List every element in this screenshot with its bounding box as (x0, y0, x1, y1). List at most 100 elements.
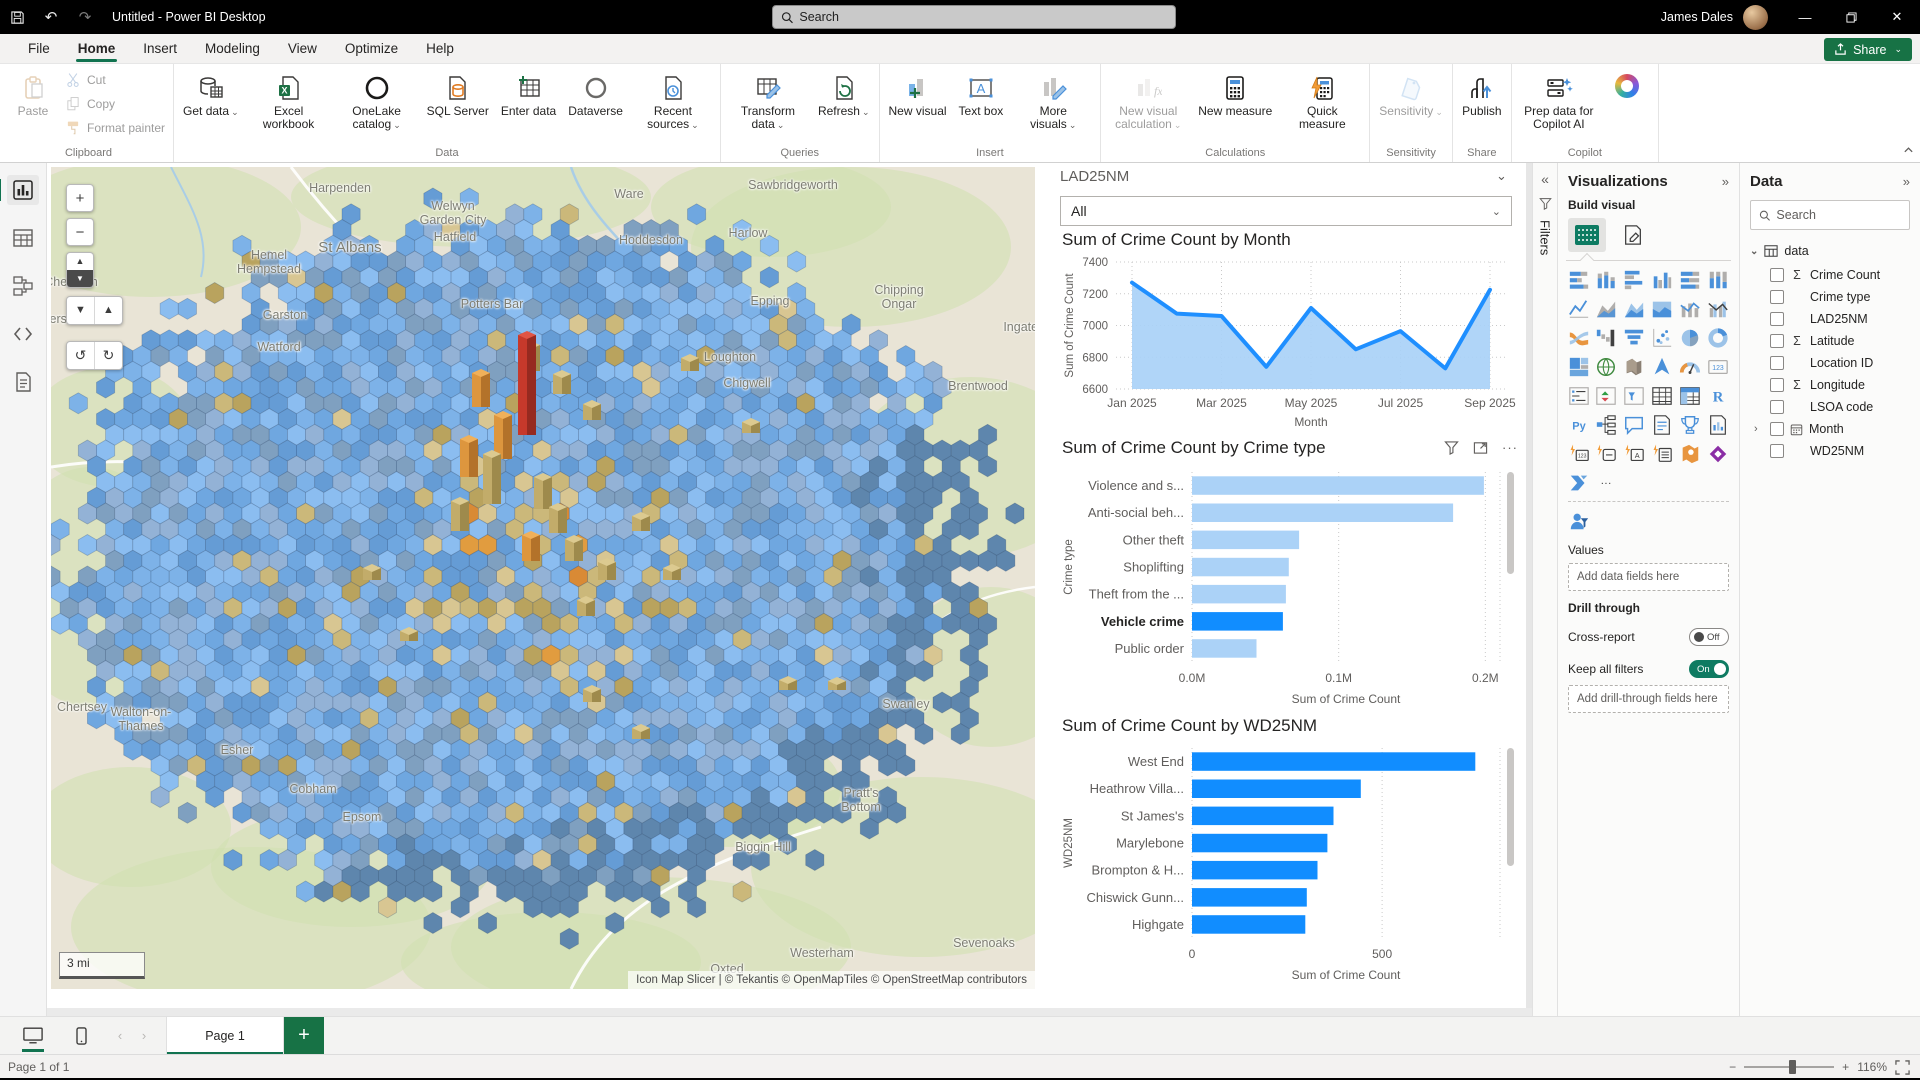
sidebar-model-view[interactable] (7, 271, 39, 301)
visual-type-clustered-bar[interactable] (1622, 267, 1647, 292)
visual-type-filled-map[interactable] (1622, 354, 1647, 379)
menu-tab-file[interactable]: File (14, 34, 64, 64)
ribbon-button-prep-data-for-copilot-ai[interactable]: Prep data for Copilot AI (1516, 68, 1602, 135)
close-button[interactable]: ✕ (1874, 0, 1920, 34)
ribbon-button-more-visuals[interactable]: More visuals⌄ (1010, 68, 1096, 136)
cross-report-toggle[interactable]: Off (1689, 628, 1729, 646)
ribbon-button-enter-data[interactable]: Enter data (496, 68, 561, 122)
map-tilt-button[interactable]: ▲ ▼ (66, 252, 94, 288)
visual-type-button-slicer[interactable] (1594, 441, 1619, 466)
map-zoom-out-button[interactable]: − (66, 218, 94, 246)
visual-type-matrix[interactable] (1677, 383, 1702, 408)
visual-type-hundred-stacked-column[interactable] (1705, 267, 1730, 292)
visual-type-r-script[interactable]: R (1705, 383, 1730, 408)
visual-type-stacked-bar[interactable] (1566, 267, 1591, 292)
menu-tab-help[interactable]: Help (412, 34, 468, 64)
visual-type-text-slicer[interactable]: A (1622, 441, 1647, 466)
data-search[interactable] (1750, 200, 1910, 230)
minimize-button[interactable]: — (1782, 0, 1828, 34)
field-checkbox[interactable] (1770, 422, 1784, 436)
visual-type-pie[interactable] (1677, 325, 1702, 350)
map-pitch-control[interactable]: ▼ ▲ (66, 296, 123, 325)
visual-type-line-stacked-column[interactable] (1677, 296, 1702, 321)
chevron-down-icon[interactable]: ⌄ (1750, 246, 1758, 257)
sidebar-table-view[interactable] (7, 223, 39, 253)
visual-type-area[interactable] (1594, 296, 1619, 321)
page-tab[interactable]: Page 1 (166, 1017, 284, 1055)
icon-map-visual[interactable]: HarpendenWelwyn Garden CityWareSawbridge… (51, 167, 1035, 989)
hexagon-map[interactable] (51, 167, 1035, 989)
ribbon-button-refresh[interactable]: Refresh⌄ (813, 68, 875, 123)
next-page-icon[interactable]: › (132, 1028, 156, 1043)
rotate-left-button[interactable]: ↺ (67, 342, 95, 369)
ribbon-button-publish[interactable]: Publish (1457, 68, 1507, 122)
visual-type-map[interactable] (1594, 354, 1619, 379)
crime-by-month-line-chart[interactable]: 66006800700072007400Jan 2025Mar 2025May … (1060, 254, 1516, 432)
avatar[interactable] (1743, 5, 1768, 30)
visual-type-multi-row-card[interactable] (1566, 383, 1591, 408)
collapse-pane-icon[interactable]: » (1903, 174, 1910, 189)
field-checkbox[interactable] (1770, 334, 1784, 348)
ribbon-button-sql-server[interactable]: SQL Server (422, 68, 494, 122)
collapse-pane-icon[interactable]: » (1722, 174, 1729, 189)
sidebar-report-view[interactable] (7, 175, 39, 205)
zoom-out-icon[interactable]: − (1729, 1060, 1736, 1074)
field-location-id[interactable]: Location ID (1740, 352, 1920, 374)
ribbon-button-copy[interactable]: Copy (60, 94, 169, 114)
visual-type-new-card[interactable]: 123 (1566, 441, 1591, 466)
add-drill-through-dropzone[interactable]: Add drill-through fields here (1568, 685, 1729, 713)
field-checkbox[interactable] (1770, 290, 1784, 304)
field-month[interactable]: ›Month (1740, 418, 1920, 440)
format-visual-icon[interactable] (1616, 218, 1650, 252)
visual-type-clustered-column[interactable] (1650, 267, 1675, 292)
ribbon-button-recent-sources[interactable]: Recent sources⌄ (630, 68, 716, 136)
visual-type-qa[interactable] (1622, 412, 1647, 437)
visual-type-donut[interactable] (1705, 325, 1730, 350)
visual-type-stacked-area[interactable] (1622, 296, 1647, 321)
ribbon-button-new-visual[interactable]: New visual (884, 68, 952, 122)
visual-type-kpi[interactable] (1594, 383, 1619, 408)
data-search-input[interactable] (1776, 208, 1901, 222)
new-page-button[interactable]: + (284, 1017, 324, 1055)
visual-type-more-options[interactable]: ··· (1594, 470, 1619, 495)
visual-type-table[interactable] (1650, 383, 1675, 408)
menu-tab-insert[interactable]: Insert (129, 34, 191, 64)
add-data-fields-dropzone[interactable]: Add data fields here (1568, 563, 1729, 591)
field-checkbox[interactable] (1770, 444, 1784, 458)
ribbon-button-copilot-logo[interactable] (1604, 68, 1654, 106)
rotate-right-button[interactable]: ↻ (95, 342, 122, 369)
ribbon-button-get-data[interactable]: Get data⌄ (178, 68, 244, 123)
undo-icon[interactable]: ↶ (34, 0, 68, 34)
visual-type-stacked-column[interactable] (1594, 267, 1619, 292)
field-checkbox[interactable] (1770, 356, 1784, 370)
visual-type-line[interactable] (1566, 296, 1591, 321)
save-icon[interactable] (0, 0, 34, 34)
share-button[interactable]: Share⌄ (1824, 38, 1912, 61)
lad25nm-slicer-dropdown[interactable]: All ⌄ (1060, 196, 1512, 226)
menu-tab-home[interactable]: Home (64, 34, 130, 64)
ribbon-button-paste[interactable]: Paste (8, 68, 58, 122)
restore-button[interactable] (1828, 0, 1874, 34)
visual-type-gauge[interactable] (1677, 354, 1702, 379)
wd25nm-bar-chart[interactable]: 0500West EndHeathrow Villa...St James'sM… (1060, 742, 1516, 982)
slicer-collapse-icon[interactable]: ⌄ (1496, 168, 1507, 184)
pitch-down-button[interactable]: ▼ (67, 297, 95, 324)
field-checkbox[interactable] (1770, 268, 1784, 282)
visual-type-slicer[interactable] (1622, 383, 1647, 408)
selected-visual-icon[interactable] (1568, 218, 1606, 252)
data-table-row[interactable]: ⌄ data (1740, 236, 1920, 264)
zoom-in-icon[interactable]: + (1842, 1060, 1849, 1074)
sidebar-dax-query-view[interactable] (7, 319, 39, 349)
menu-tab-modeling[interactable]: Modeling (191, 34, 274, 64)
visual-type-icon-map-slicer[interactable] (1566, 508, 1591, 533)
ribbon-button-new-visual-calculation[interactable]: fxNew visual calculation⌄ (1105, 68, 1191, 136)
ribbon-button-quick-measure[interactable]: Quick measure (1279, 68, 1365, 135)
mobile-layout-button[interactable] (64, 1021, 98, 1051)
ribbon-button-excel-workbook[interactable]: XExcel workbook (246, 68, 332, 135)
keep-all-filters-toggle[interactable]: On (1689, 660, 1729, 678)
expand-filters-icon[interactable]: « (1541, 171, 1549, 187)
field-checkbox[interactable] (1770, 312, 1784, 326)
visual-type-ribbon[interactable] (1566, 325, 1591, 350)
visual-type-smart-narrative[interactable] (1650, 412, 1675, 437)
prev-page-icon[interactable]: ‹ (108, 1028, 132, 1043)
